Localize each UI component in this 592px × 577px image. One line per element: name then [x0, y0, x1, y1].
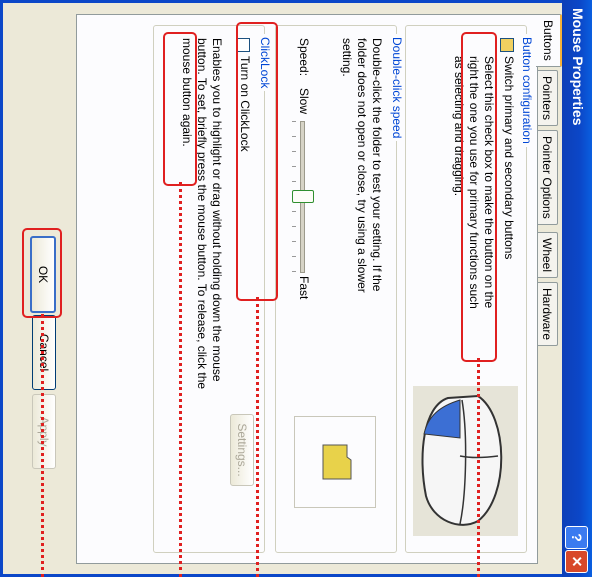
- speed-slider-thumb[interactable]: [292, 190, 314, 203]
- title-bar[interactable]: Mouse Properties ? ✕: [562, 0, 592, 577]
- help-button[interactable]: ?: [565, 526, 588, 549]
- highlight-clicklock: [163, 32, 197, 186]
- highlight-leader-ok: [41, 314, 44, 577]
- folder-test-area[interactable]: [294, 416, 376, 508]
- window-title: Mouse Properties: [570, 8, 586, 126]
- slider-tick: [292, 211, 296, 212]
- double-click-desc-line-1: Double-click the folder to test your set…: [370, 38, 384, 292]
- slow-label: Slow: [297, 88, 311, 115]
- fast-label: Fast: [297, 276, 311, 300]
- switch-buttons-checkbox[interactable]: [500, 38, 514, 52]
- tab-buttons[interactable]: Buttons: [536, 14, 562, 67]
- double-click-speed-group: Double-click speed Double-click the fold…: [275, 25, 404, 553]
- clicklock-desc-line-1: Enables you to highlight or drag without…: [210, 38, 224, 382]
- highlight-leader-clicklock: [179, 182, 182, 577]
- tab-pointers[interactable]: Pointers: [537, 70, 558, 127]
- folder-icon[interactable]: [321, 443, 353, 481]
- tab-hardware[interactable]: Hardware: [537, 282, 558, 347]
- speed-label: Speed:: [297, 38, 311, 77]
- highlight-leader-switch: [477, 358, 480, 577]
- mouse-properties-dialog: Mouse Properties ? ✕ Buttons Pointers Po…: [0, 0, 592, 577]
- mouse-illustration-icon: [413, 386, 518, 536]
- highlight-leader-slider: [256, 297, 259, 577]
- double-click-desc-line-3: setting.: [340, 38, 354, 77]
- double-click-desc-line-2: folder does not open or close, try using…: [355, 38, 369, 293]
- clicklock-settings-button[interactable]: Settings...: [230, 414, 254, 486]
- slider-tick: [292, 121, 296, 122]
- slider-tick: [292, 151, 296, 152]
- slider-tick: [292, 241, 296, 242]
- cancel-button[interactable]: Cancel: [32, 315, 56, 390]
- slider-tick: [292, 226, 296, 227]
- tab-wheel[interactable]: Wheel: [537, 232, 558, 279]
- slider-tick: [292, 271, 296, 272]
- slider-tick: [292, 256, 296, 257]
- double-click-speed-legend: Double-click speed: [390, 34, 404, 142]
- screenshot-stage: Mouse Properties ? ✕ Buttons Pointers Po…: [0, 0, 592, 577]
- window-frame-left: [0, 0, 562, 3]
- slider-tick: [292, 136, 296, 137]
- highlight-speed-slider: [236, 22, 278, 301]
- tab-pointer-options[interactable]: Pointer Options: [537, 130, 558, 225]
- slider-tick: [292, 181, 296, 182]
- highlight-ok: [22, 228, 62, 318]
- close-button[interactable]: ✕: [565, 550, 588, 573]
- highlight-switch-buttons: [461, 32, 497, 362]
- apply-button[interactable]: Apply: [32, 394, 56, 469]
- button-configuration-legend: Button configuration: [520, 34, 534, 147]
- slider-tick: [292, 166, 296, 167]
- window-frame-bottom: [0, 0, 3, 577]
- switch-buttons-label[interactable]: Switch primary and secondary buttons: [501, 56, 516, 259]
